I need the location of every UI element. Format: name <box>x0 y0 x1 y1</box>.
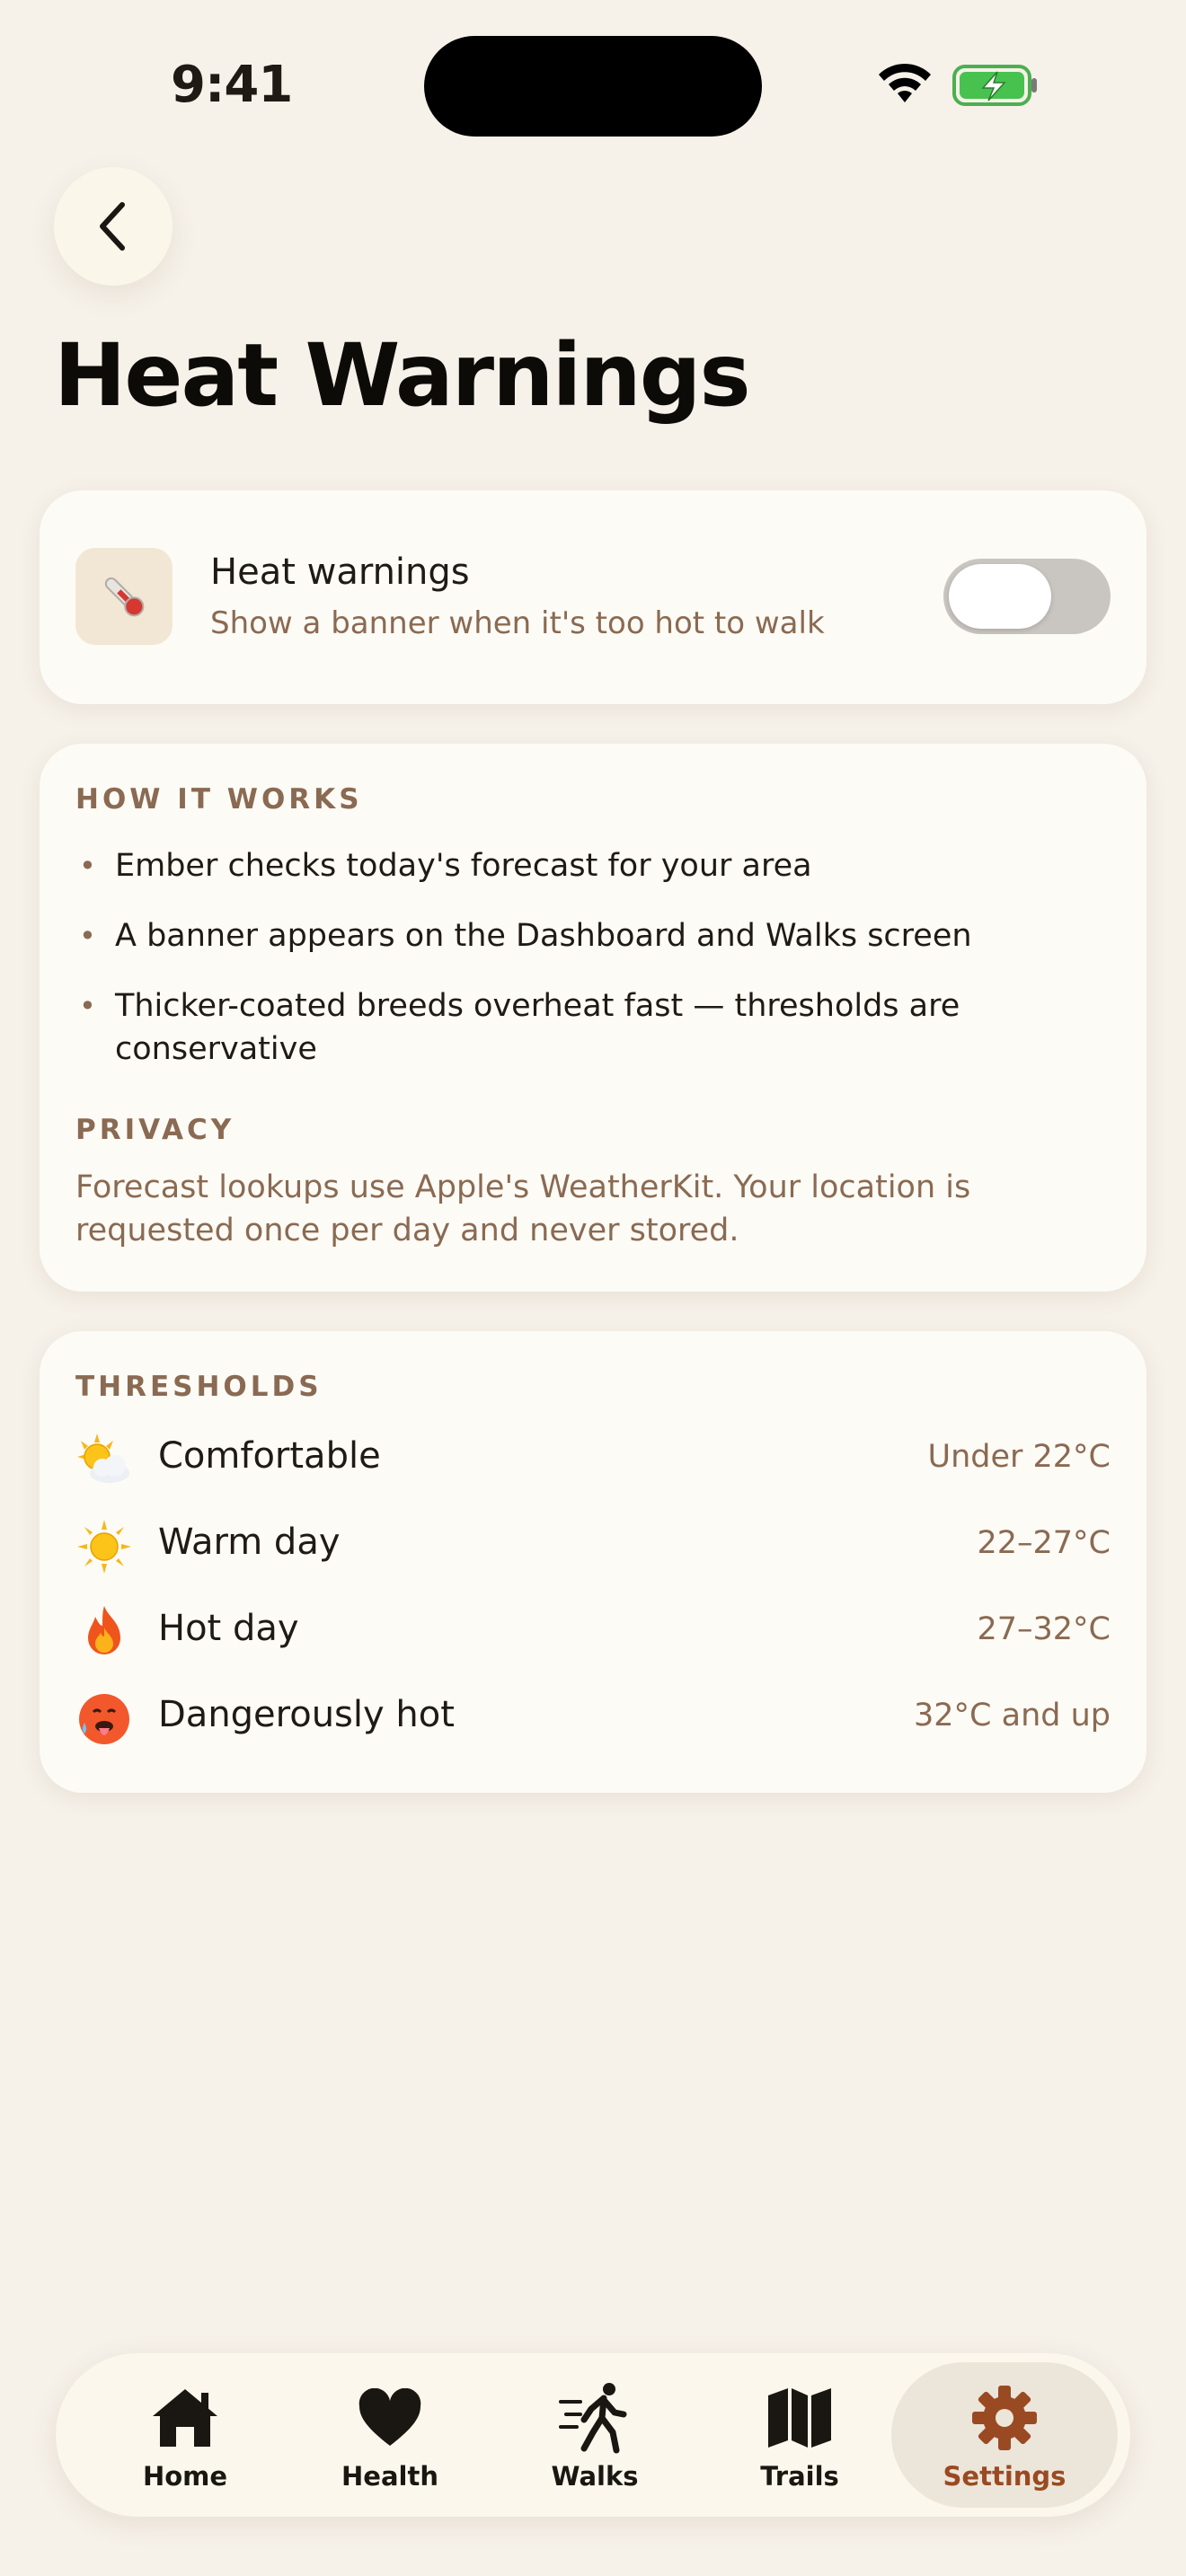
tab-walks[interactable]: Walks <box>491 2362 699 2508</box>
threshold-row-warm: Warm day 22–27°C <box>75 1511 1111 1583</box>
tab-label: Home <box>142 2461 228 2492</box>
walking-icon <box>557 2382 633 2454</box>
toggle-title: Heat warnings <box>210 551 470 593</box>
list-item: • Ember checks today's forecast for your… <box>75 844 1109 887</box>
map-icon <box>766 2382 833 2454</box>
heat-warnings-switch[interactable] <box>943 559 1111 634</box>
heat-warnings-toggle-card: Heat warnings Show a banner when it's to… <box>40 490 1146 704</box>
sun-behind-cloud-icon <box>75 1432 133 1489</box>
tab-health[interactable]: Health <box>286 2362 494 2508</box>
threshold-label: Comfortable <box>158 1435 381 1477</box>
threshold-row-hot: Hot day 27–32°C <box>75 1597 1111 1669</box>
dynamic-island <box>424 36 762 137</box>
bullet-text: Ember checks today's forecast for your a… <box>115 848 812 884</box>
privacy-heading: PRIVACY <box>75 1114 235 1146</box>
how-it-works-card: HOW IT WORKS • Ember checks today's fore… <box>40 744 1146 1292</box>
thresholds-heading: THRESHOLDS <box>75 1371 323 1403</box>
bullet-dot: • <box>79 989 96 1023</box>
fire-icon <box>75 1604 133 1662</box>
list-item: • Thicker-coated breeds overheat fast — … <box>75 984 1109 1071</box>
back-button[interactable] <box>54 167 173 286</box>
bullet-text: Thicker-coated breeds overheat fast — th… <box>115 988 960 1067</box>
threshold-label: Hot day <box>158 1608 299 1649</box>
tab-label: Health <box>341 2461 438 2492</box>
wifi-icon <box>876 63 934 108</box>
threshold-value: 32°C and up <box>914 1698 1111 1734</box>
tab-label: Trails <box>760 2461 839 2492</box>
tab-label: Walks <box>551 2461 639 2492</box>
threshold-row-comfortable: Comfortable Under 22°C <box>75 1425 1111 1496</box>
threshold-value: 22–27°C <box>977 1525 1111 1561</box>
chevron-left-icon <box>100 202 125 251</box>
toggle-subtitle: Show a banner when it's too hot to walk <box>210 605 825 641</box>
threshold-row-dangerous: Dangerously hot 32°C and up <box>75 1683 1111 1755</box>
bullet-dot: • <box>79 849 96 883</box>
hot-face-icon <box>75 1690 133 1748</box>
how-it-works-heading: HOW IT WORKS <box>75 783 363 816</box>
switch-knob <box>949 564 1051 629</box>
list-item: • A banner appears on the Dashboard and … <box>75 914 1109 957</box>
tab-bar: Home Health Walks Trails Settings <box>56 2353 1130 2517</box>
threshold-label: Dangerously hot <box>158 1694 455 1735</box>
thresholds-card: THRESHOLDS Comfortable Under 22°C Warm d… <box>40 1331 1146 1793</box>
threshold-label: Warm day <box>158 1522 341 1563</box>
house-icon <box>149 2382 221 2454</box>
threshold-value: 27–32°C <box>977 1611 1111 1647</box>
status-time: 9:41 <box>171 56 293 114</box>
heart-icon <box>358 2382 422 2454</box>
bullet-text: A banner appears on the Dashboard and Wa… <box>115 918 972 954</box>
gear-icon <box>970 2382 1039 2454</box>
thermometer-icon <box>75 548 173 645</box>
tab-home[interactable]: Home <box>81 2362 289 2508</box>
tab-label: Settings <box>943 2461 1067 2492</box>
tab-settings[interactable]: Settings <box>891 2362 1118 2508</box>
threshold-value: Under 22°C <box>927 1439 1111 1475</box>
privacy-text: Forecast lookups use Apple's WeatherKit.… <box>75 1169 971 1248</box>
page-title: Heat Warnings <box>54 325 751 426</box>
tab-trails[interactable]: Trails <box>695 2362 904 2508</box>
sun-icon <box>75 1518 133 1575</box>
battery-icon <box>952 65 1039 110</box>
bullet-dot: • <box>79 919 96 953</box>
